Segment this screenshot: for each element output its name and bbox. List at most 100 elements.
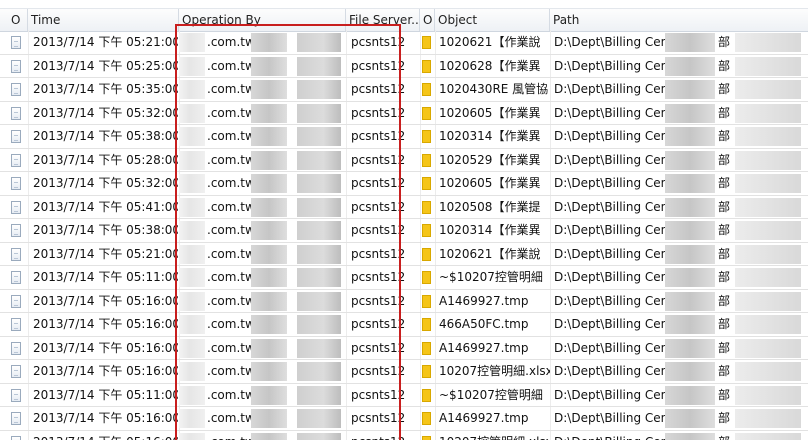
table-row[interactable]: 2013/7/14 下午 05:38:00 .com.tw\ pcsnts12 102… (0, 219, 808, 243)
path-cell: D:\Dept\Billing Center\部 (551, 31, 808, 54)
object-cell: 10207控管明細.xlsx (436, 431, 550, 440)
path-tail: 部 (718, 176, 731, 190)
object-cell: A1469927.tmp (439, 340, 529, 355)
path-cell: D:\Dept\Billing Center\部 (551, 266, 808, 289)
table-row[interactable]: 2013/7/14 下午 05:38:00 .com.tw\ pcsnts12 102… (0, 125, 808, 149)
table-row[interactable]: 2013/7/14 下午 05:11:00 .com.tw\ pcsnts12 ~$1… (0, 384, 808, 407)
redacted-text (251, 362, 287, 381)
operation-by-cell: .com.tw\ (179, 55, 346, 78)
table-row[interactable]: 2013/7/14 下午 05:28:00 .com.tw\ pcsnts12 102… (0, 149, 808, 172)
table-row[interactable]: 2013/7/14 下午 05:11:00 .com.tw\ pcsnts12 ~$1… (0, 266, 808, 290)
table-row[interactable]: 2013/7/14 下午 05:16:00 .com.tw\ pcsnts12 A14… (0, 290, 808, 313)
path-cell: D:\Dept\Billing Center\部 (551, 313, 808, 336)
file-server-cell: pcsnts12 (351, 246, 406, 261)
yellow-file-marker-icon (422, 59, 431, 73)
document-icon (11, 271, 21, 284)
file-server-cell: pcsnts12 (351, 317, 406, 331)
redacted-text (297, 268, 341, 287)
redacted-text (665, 362, 715, 381)
path-cell: D:\Dept\Billing Center\部 (551, 243, 808, 266)
redacted-text (665, 268, 715, 287)
document-icon (11, 365, 21, 378)
path-tail: 部 (718, 340, 731, 355)
yellow-file-marker-icon (422, 294, 431, 308)
operation-by-cell: .com.tw\ (179, 407, 346, 430)
redacted-text (297, 80, 341, 99)
column-header-operation-by[interactable]: Operation By (179, 9, 346, 31)
redacted-text (665, 291, 715, 311)
file-server-cell: pcsnts12 (351, 364, 406, 378)
redacted-text (297, 432, 341, 440)
redacted-text (665, 244, 715, 264)
file-server-cell: pcsnts12 (351, 152, 406, 167)
yellow-file-marker-icon (422, 200, 431, 214)
redacted-text (251, 80, 287, 99)
object-cell: 1020314【作業異 (439, 129, 541, 143)
file-server-cell: pcsnts12 (351, 387, 406, 402)
time-cell: 2013/7/14 下午 05:32:00 (33, 176, 178, 190)
table-row[interactable]: 2013/7/14 下午 05:16:00 .com.tw\ pcsnts12 466… (0, 313, 808, 337)
object-cell: 1020605【作業異 (439, 105, 541, 120)
redacted-text (251, 33, 287, 52)
table-row[interactable]: 2013/7/14 下午 05:21:00 .com.tw\ pcsnts12 102… (0, 243, 808, 266)
path-cell: D:\Dept\Billing Center\部 (551, 172, 808, 195)
redacted-username (179, 221, 205, 240)
operation-by-cell: .com.tw\ (179, 102, 346, 125)
redacted-username (179, 432, 205, 440)
yellow-file-marker-icon (422, 435, 431, 440)
redacted-username (179, 268, 205, 287)
path-cell: D:\Dept\Billing Center\部 (551, 431, 808, 440)
time-cell: 2013/7/14 下午 05:38:00 (33, 129, 178, 143)
redacted-text (297, 33, 341, 52)
operation-by-cell: .com.tw\ (179, 313, 346, 336)
table-row[interactable]: 2013/7/14 下午 05:16:00.com.tw\pcsnts12102… (0, 360, 808, 384)
column-header-time[interactable]: Time (28, 9, 179, 31)
path-tail: 部 (718, 246, 731, 261)
column-header-file-server[interactable]: File Server... (346, 9, 420, 31)
redacted-text (665, 197, 715, 217)
path-cell: D:\Dept\Billing Center\部 (551, 407, 808, 430)
redacted-text (735, 150, 801, 170)
redacted-username (179, 174, 205, 193)
yellow-file-marker-icon (422, 177, 431, 190)
table-row[interactable]: 2013/7/14 下午 05:16:00 .com.tw\ pcsnts12 A14… (0, 337, 808, 360)
column-header-o2[interactable]: O (420, 9, 435, 31)
object-cell: 466A50FC.tmp (439, 317, 529, 331)
redacted-text (735, 197, 801, 217)
column-header-object[interactable]: Object (435, 9, 550, 31)
redacted-text (251, 174, 287, 193)
redacted-text (735, 385, 801, 405)
file-server-cell: pcsnts12 (351, 293, 406, 308)
object-cell: ~$10207控管明細 (439, 387, 543, 402)
redacted-text (735, 268, 801, 287)
path-cell: D:\Dept\Billing Center\部 (551, 102, 808, 125)
object-cell: 1020314【作業異 (439, 223, 541, 237)
table-row[interactable]: 2013/7/14 下午 05:35:00 .com.tw\ pcsnts12 102… (0, 78, 808, 102)
yellow-file-marker-icon (422, 412, 431, 425)
yellow-file-marker-icon (422, 106, 431, 120)
redacted-text (251, 221, 287, 240)
table-row[interactable]: 2013/7/14 下午 05:32:00 .com.tw\ pcsnts12 102… (0, 172, 808, 196)
path-tail: 部 (718, 223, 731, 237)
column-header-o1[interactable]: O (8, 9, 28, 31)
redacted-text (665, 432, 715, 440)
document-icon (11, 294, 21, 308)
table-row[interactable]: 2013/7/14 下午 05:41:00 .com.tw\ pcsnts12 102… (0, 196, 808, 219)
table-row[interactable]: 2013/7/14 下午 05:25:00 .com.tw\ pcsnts12 102… (0, 55, 808, 78)
file-server-cell: pcsnts12 (351, 58, 406, 73)
file-server-cell: pcsnts12 (351, 270, 406, 284)
table-row[interactable]: 2013/7/14 下午 05:21:00 .com.tw\ pcsnts12 102… (0, 31, 808, 55)
redacted-text (735, 432, 801, 440)
redacted-text (251, 385, 287, 405)
redacted-text (735, 174, 801, 193)
table-row[interactable]: 2013/7/14 下午 05:32:00 .com.tw\ pcsnts12 102… (0, 102, 808, 125)
document-icon (11, 36, 21, 49)
object-cell: 1020621【作業說 (439, 246, 541, 261)
redacted-text (251, 268, 287, 287)
column-header-path[interactable]: Path (550, 9, 808, 31)
table-row[interactable]: 2013/7/14 下午 05:16:00 .com.tw\ pcsnts12 A14… (0, 407, 808, 431)
path-tail: 部 (718, 387, 731, 402)
time-cell: 2013/7/14 下午 05:11:00 (33, 270, 178, 284)
table-row[interactable]: 2013/7/14 下午 05:16:00.com.tw\pcsnts12102… (0, 431, 808, 440)
yellow-file-marker-icon (422, 153, 431, 167)
